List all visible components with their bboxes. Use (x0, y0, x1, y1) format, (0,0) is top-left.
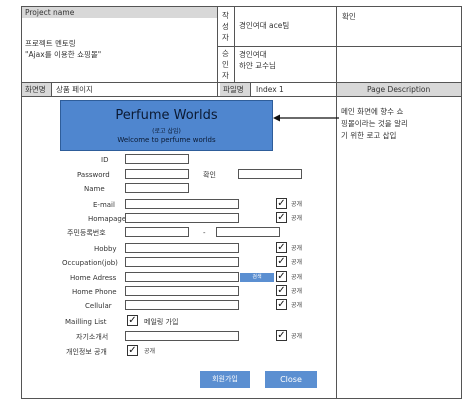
email-label: E-mail (93, 201, 115, 209)
rrn-label: 주민등록번호 (67, 229, 106, 237)
mailing-list-checkbox[interactable]: ✓ (127, 315, 138, 326)
banner-title: Perfume Worlds (115, 108, 218, 123)
privacy-public-label: 개인정보 공개 (66, 348, 107, 356)
home-phone-input[interactable] (125, 286, 239, 296)
homepage-label: Homapage (88, 215, 127, 223)
screen-name-value: 상품 페이지 (56, 85, 93, 94)
self-intro-label: 자기소개서 (76, 333, 109, 341)
address-public-label: 공개 (291, 274, 303, 281)
join-button[interactable]: 회원가입 (200, 371, 250, 388)
rrn-first-input[interactable] (125, 227, 189, 237)
password-label: Password (77, 171, 110, 179)
email-public-label: 공개 (291, 201, 303, 208)
password-input[interactable] (125, 169, 189, 179)
occupation-public-label: 공개 (291, 259, 303, 266)
file-name-value: Index 1 (256, 85, 284, 94)
address-public-checkbox[interactable]: ✓ (276, 271, 287, 282)
occupation-label: Occupation(job) (62, 259, 118, 267)
home-phone-public-checkbox[interactable]: ✓ (276, 285, 287, 296)
self-intro-public-label: 공개 (291, 333, 303, 340)
home-phone-label: Home Phone (72, 288, 117, 296)
approver-label-3: 자 (222, 71, 229, 80)
approver-line2: 하얀 교수님 (239, 61, 276, 70)
password-confirm-input[interactable] (238, 169, 302, 179)
rrn-second-input[interactable] (216, 227, 280, 237)
hobby-label: Hobby (94, 245, 117, 253)
author-label-1: 작 (222, 11, 229, 20)
author-label-2: 성 (222, 22, 229, 31)
project-name-line2: "Ajax를 이용한 쇼핑몰" (25, 50, 102, 59)
name-input[interactable] (125, 183, 189, 193)
email-public-checkbox[interactable]: ✓ (276, 198, 287, 209)
page-description-label: Page Description (367, 85, 431, 94)
home-phone-public-label: 공개 (291, 288, 303, 295)
self-intro-public-checkbox[interactable]: ✓ (276, 330, 287, 341)
homepage-public-checkbox[interactable]: ✓ (276, 212, 287, 223)
author-label-3: 자 (222, 33, 229, 42)
file-name-label: 파일명 (223, 85, 244, 94)
project-name-line1: 프로젝트 멘토링 (25, 39, 76, 48)
close-button[interactable]: Close (265, 371, 317, 388)
project-name-label: Project name (25, 8, 75, 17)
hobby-input[interactable] (125, 243, 239, 253)
logo-banner: Perfume Worlds (로고 삽입) Welcome to perfum… (60, 100, 273, 151)
hobby-public-label: 공개 (291, 245, 303, 252)
author-value: 경인여대 ace팀 (239, 21, 290, 30)
privacy-public-checkbox[interactable]: ✓ (127, 345, 138, 356)
description-line1: 메인 화면에 향수 쇼 (341, 107, 404, 116)
privacy-public-text: 공개 (144, 348, 156, 355)
description-line3: 기 위한 로고 삽입 (341, 131, 397, 140)
home-address-label: Home Adress (70, 274, 117, 282)
cellular-public-checkbox[interactable]: ✓ (276, 299, 287, 310)
name-label: Name (84, 185, 105, 193)
homepage-input[interactable] (125, 213, 239, 223)
self-intro-input[interactable] (125, 331, 239, 341)
address-search-button[interactable]: 검색 (240, 273, 274, 282)
screen-name-label: 화면명 (25, 85, 46, 94)
banner-welcome: Welcome to perfume worlds (117, 136, 216, 144)
approver-label-1: 승 (222, 49, 229, 58)
cellular-public-label: 공개 (291, 302, 303, 309)
occupation-input[interactable] (125, 257, 239, 267)
occupation-public-checkbox[interactable]: ✓ (276, 256, 287, 267)
cellular-label: Cellular (85, 302, 112, 310)
banner-subtitle: (로고 삽입) (152, 128, 181, 135)
mailing-join-label: 메일링 가입 (144, 318, 179, 326)
description-line2: 핑몰이라는 것을 알리 (341, 119, 408, 128)
home-address-input[interactable] (125, 272, 239, 282)
approver-label-2: 인 (222, 60, 229, 69)
rrn-separator: - (203, 229, 206, 237)
confirm-label: 확인 (342, 12, 356, 21)
homepage-public-label: 공개 (291, 215, 303, 222)
approver-line1: 경인여대 (239, 50, 267, 59)
id-input[interactable] (125, 154, 189, 164)
email-input[interactable] (125, 199, 239, 209)
arrow-icon (273, 107, 339, 126)
id-label: ID (101, 156, 109, 164)
mailing-list-label: Mailling List (65, 318, 107, 326)
hobby-public-checkbox[interactable]: ✓ (276, 242, 287, 253)
cellular-input[interactable] (125, 300, 239, 310)
password-confirm-label: 확인 (203, 171, 216, 179)
